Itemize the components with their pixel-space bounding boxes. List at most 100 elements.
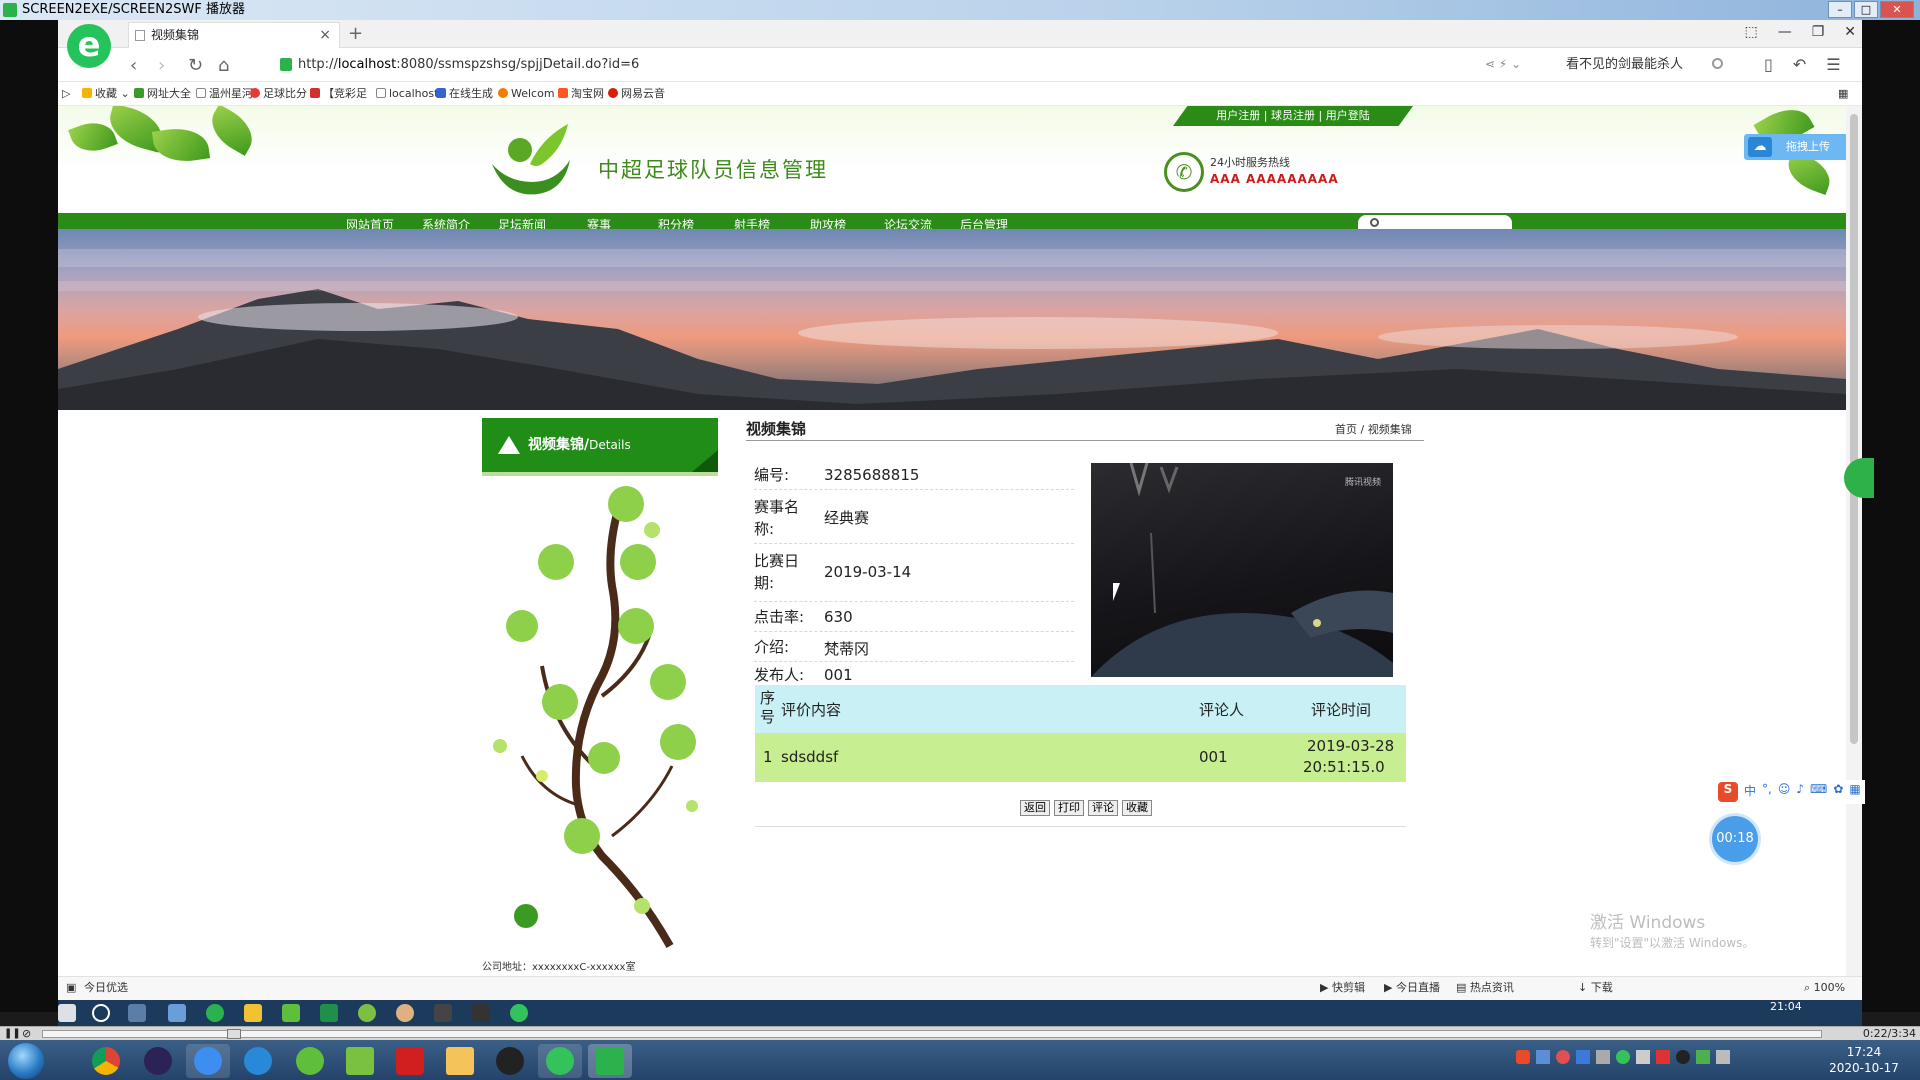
- video-player[interactable]: 腾讯视频: [1091, 463, 1393, 677]
- system-tray: [1516, 1050, 1816, 1068]
- loop-icon[interactable]: ⊘: [22, 1027, 31, 1040]
- menu-item-intro[interactable]: 系统简介: [422, 216, 470, 229]
- bookmark-hao[interactable]: 网址大全: [134, 82, 191, 106]
- tray-icon[interactable]: [1556, 1050, 1570, 1064]
- status-hot-news[interactable]: ▤ 热点资讯: [1456, 977, 1514, 999]
- taskbar-qq[interactable]: [488, 1044, 532, 1078]
- browser-close-button[interactable]: ✕: [1844, 24, 1856, 40]
- network-icon[interactable]: [1696, 1050, 1710, 1064]
- menu-item-news[interactable]: 足坛新闻: [498, 216, 546, 229]
- sidebar-toggle-icon[interactable]: ▷: [62, 82, 70, 106]
- back-icon[interactable]: ‹: [130, 55, 137, 76]
- tray-icon[interactable]: [1656, 1050, 1670, 1064]
- recording-timer[interactable]: 00:18: [1712, 816, 1758, 862]
- reading-mode-icon[interactable]: ▯: [1764, 55, 1773, 74]
- page-scrollbar[interactable]: [1846, 106, 1862, 976]
- player-maximize-button[interactable]: □: [1854, 1, 1878, 18]
- sogou-tray-icon[interactable]: [1516, 1050, 1530, 1064]
- start-button[interactable]: [8, 1043, 44, 1079]
- drag-upload-button[interactable]: ☁ 拖拽上传: [1744, 134, 1846, 160]
- undo-close-icon[interactable]: ↶: [1793, 55, 1806, 74]
- status-live[interactable]: ▶ 今日直播: [1384, 977, 1440, 999]
- share-flash-dropdown-icon[interactable]: ⋖ ⚡ ⌄: [1485, 57, 1521, 71]
- menu-item-scorers[interactable]: 射手榜: [734, 216, 770, 229]
- player-app-icon: [3, 3, 17, 17]
- pause-icon[interactable]: ❚❚: [4, 1028, 21, 1039]
- taskbar-qq-browser[interactable]: [236, 1044, 280, 1078]
- apps-grid-icon[interactable]: ▦: [1838, 82, 1848, 106]
- taskbar-app[interactable]: [288, 1044, 332, 1078]
- menu-item-home[interactable]: 网站首页: [346, 216, 394, 229]
- home-icon[interactable]: ⌂: [218, 55, 229, 76]
- menu-item-standings[interactable]: 积分榜: [658, 216, 694, 229]
- punctuation-icon[interactable]: °,: [1762, 782, 1772, 802]
- tray-icon[interactable]: [1576, 1050, 1590, 1064]
- address-bar[interactable]: http://localhost:8080/ssmspzshsg/spjjDet…: [278, 53, 1378, 77]
- browser-skin-icon[interactable]: ⬚: [1744, 24, 1757, 40]
- forward-icon[interactable]: ›: [158, 55, 165, 76]
- browser-restore-button[interactable]: ❐: [1812, 24, 1825, 40]
- taskbar-eclipse[interactable]: [136, 1044, 180, 1078]
- seek-thumb[interactable]: [227, 1029, 241, 1039]
- taskbar-screen-player[interactable]: [588, 1044, 632, 1078]
- taskbar-baidu-netdisk[interactable]: [186, 1044, 230, 1078]
- menu-item-matches[interactable]: 赛事: [587, 216, 611, 229]
- skin-icon[interactable]: ✿: [1833, 782, 1843, 802]
- new-tab-button[interactable]: +: [348, 23, 363, 44]
- taskbar-wechat[interactable]: [538, 1044, 582, 1078]
- taskbar-notepad[interactable]: [338, 1044, 382, 1078]
- sogou-ime-icon[interactable]: S: [1718, 782, 1738, 802]
- wechat-tray-icon[interactable]: [1616, 1050, 1630, 1064]
- tray-icon[interactable]: [1536, 1050, 1550, 1064]
- bookmark-xinghe[interactable]: 温州星河: [196, 82, 253, 106]
- taskbar-explorer[interactable]: [438, 1044, 482, 1078]
- browser-tab-active[interactable]: 视频集锦 ×: [128, 22, 340, 48]
- scrollbar-thumb[interactable]: [1850, 114, 1858, 744]
- close-tab-icon[interactable]: ×: [319, 23, 331, 47]
- qq-tray-icon[interactable]: [1676, 1050, 1690, 1064]
- taskbar-flash[interactable]: [388, 1044, 432, 1078]
- menu-item-assists[interactable]: 助攻榜: [810, 216, 846, 229]
- status-download[interactable]: ↓ 下载: [1578, 977, 1613, 999]
- seek-track[interactable]: [42, 1029, 1822, 1039]
- reload-icon[interactable]: ↻: [188, 55, 203, 76]
- comment-button[interactable]: 评论: [1088, 800, 1118, 816]
- print-button[interactable]: 打印: [1054, 800, 1084, 816]
- menu-icon[interactable]: ☰: [1826, 55, 1840, 74]
- bookmark-lottery[interactable]: 【竞彩足: [310, 82, 367, 106]
- browser-minimize-button[interactable]: —: [1778, 24, 1792, 40]
- bookmark-favorites[interactable]: 收藏 ⌄: [82, 82, 130, 106]
- status-today-picks[interactable]: 今日优选: [84, 977, 128, 999]
- sidebar-heading: 视频集锦/Details: [482, 418, 718, 476]
- status-quick-edit[interactable]: ▶ 快剪辑: [1320, 977, 1365, 999]
- breadcrumb-home-link[interactable]: 首页: [1335, 423, 1357, 436]
- system-clock[interactable]: 17:24 2020-10-17: [1822, 1044, 1906, 1076]
- taskbar-chrome[interactable]: [84, 1044, 128, 1078]
- search-icon[interactable]: [1712, 58, 1723, 69]
- favorite-button[interactable]: 收藏: [1122, 800, 1152, 816]
- browser-logo-icon[interactable]: e: [67, 24, 111, 68]
- back-button[interactable]: 返回: [1020, 800, 1050, 816]
- bookmark-online[interactable]: 在线生成: [436, 82, 493, 106]
- toolbox-icon[interactable]: ▦: [1849, 782, 1860, 802]
- bookmark-localhost[interactable]: localhost: [376, 82, 438, 106]
- menu-item-admin[interactable]: 后台管理: [960, 216, 1008, 229]
- emoji-icon[interactable]: ☺: [1778, 782, 1791, 802]
- volume-icon[interactable]: [1636, 1050, 1650, 1064]
- menu-item-forum[interactable]: 论坛交流: [884, 216, 932, 229]
- status-zoom[interactable]: ⌕ 100%: [1804, 977, 1845, 999]
- bookmark-music[interactable]: 网易云音: [608, 82, 665, 106]
- bookmark-welcome[interactable]: Welcom: [498, 82, 555, 106]
- keyboard-icon[interactable]: ⌨: [1810, 782, 1827, 802]
- site-search-input[interactable]: [1358, 215, 1512, 229]
- ime-mode[interactable]: 中: [1744, 782, 1756, 802]
- microphone-icon[interactable]: ♪: [1796, 782, 1804, 802]
- player-minimize-button[interactable]: –: [1828, 1, 1852, 18]
- bookmark-taobao[interactable]: 淘宝网: [558, 82, 604, 106]
- browser-search-box[interactable]: 看不见的剑最能杀人: [1566, 53, 1731, 77]
- action-center-icon[interactable]: [1716, 1050, 1730, 1064]
- bookmark-score[interactable]: 足球比分: [250, 82, 307, 106]
- top-auth-links[interactable]: 用户注册 | 球员注册 | 用户登陆: [1173, 106, 1413, 126]
- tray-icon[interactable]: [1596, 1050, 1610, 1064]
- player-close-button[interactable]: ✕: [1880, 1, 1914, 18]
